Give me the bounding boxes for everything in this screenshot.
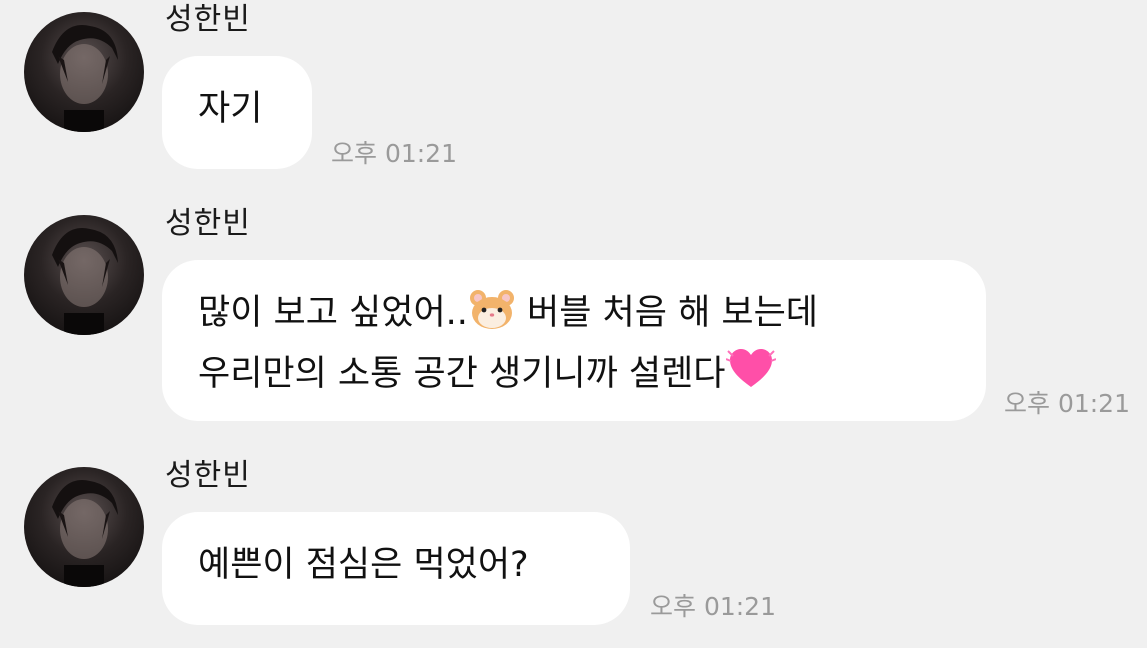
sender-name: 성한빈 [165, 458, 251, 493]
message-bubble[interactable]: 많이 보고 싶었어.. 버블 처음 해 보는데 우리만의 소통 공간 생기니까 … [162, 260, 986, 421]
avatar[interactable] [24, 467, 144, 587]
message-text: 버블 처음 해 보는데 [515, 293, 819, 333]
beating-heart-emoji-icon [725, 345, 776, 406]
message-bubble[interactable]: 예쁜이 점심은 먹었어? [162, 512, 630, 625]
sender-name: 성한빈 [165, 2, 251, 37]
message-timestamp: 오후 01:21 [1004, 389, 1130, 418]
avatar-image [52, 480, 118, 587]
message-text: 예쁜이 점심은 먹었어? [198, 545, 529, 585]
message-bubble[interactable]: 자기 [162, 56, 312, 169]
message-text-line-2: 우리만의 소통 공간 생기니까 설렌다 [198, 345, 950, 406]
avatar[interactable] [24, 12, 144, 132]
message-text: 많이 보고 싶었어.. [198, 293, 468, 333]
hamster-emoji-icon [468, 288, 516, 345]
avatar[interactable] [24, 215, 144, 335]
message-timestamp: 오후 01:21 [650, 592, 776, 621]
message-text: 자기 [198, 89, 263, 129]
sender-name: 성한빈 [165, 206, 251, 241]
avatar-image [52, 25, 118, 132]
message-timestamp: 오후 01:21 [331, 139, 457, 168]
message-text-line-1: 많이 보고 싶었어.. 버블 처음 해 보는데 [198, 288, 950, 345]
avatar-image [52, 228, 118, 335]
message-text: 우리만의 소통 공간 생기니까 설렌다 [198, 354, 726, 394]
